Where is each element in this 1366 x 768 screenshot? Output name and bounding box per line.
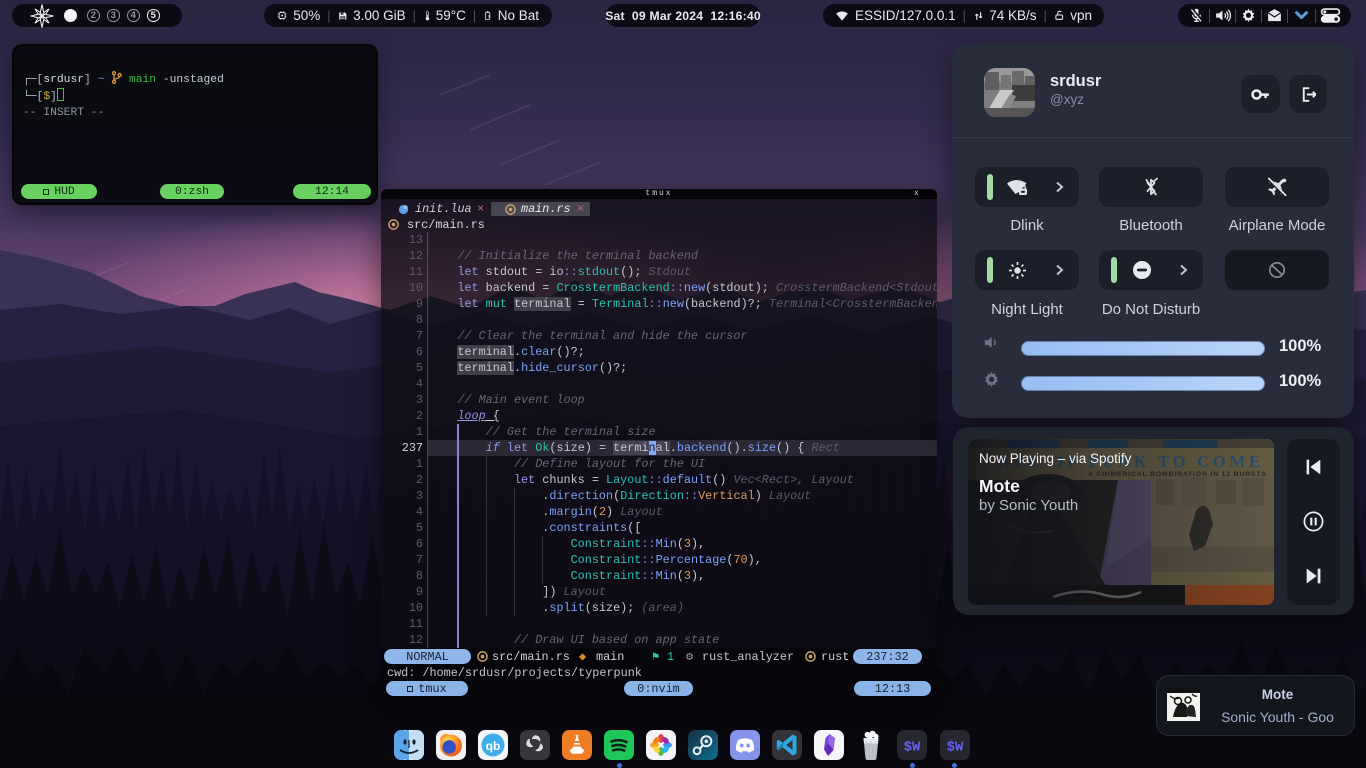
svg-text:qb: qb (486, 739, 501, 753)
svg-text:$W: $W (904, 740, 921, 756)
svg-text:$W: $W (947, 740, 964, 756)
